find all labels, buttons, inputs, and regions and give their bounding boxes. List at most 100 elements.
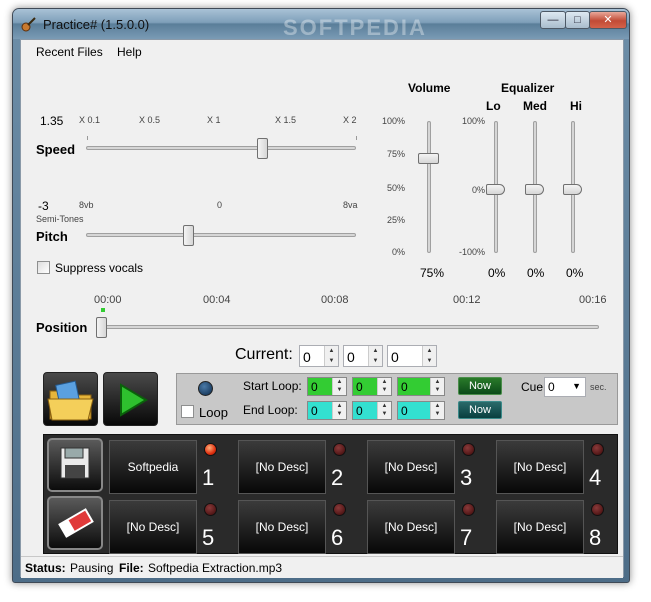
pitch-tick-zero: 0	[217, 200, 223, 210]
current-minutes-value: 0	[303, 349, 311, 365]
maximize-button[interactable]: □	[565, 11, 590, 29]
cue-button-6[interactable]: [No Desc]	[238, 500, 326, 554]
cue-number: 6	[331, 525, 344, 550]
cue-indicator-light	[333, 443, 346, 456]
start-loop-label: Start Loop:	[243, 379, 302, 393]
sec-label: sec.	[590, 382, 607, 392]
floppy-disk-icon	[60, 447, 90, 479]
status-bar: Status: Pausing File: Softpedia Extracti…	[21, 556, 623, 578]
spinner-arrows[interactable]: ▲ ▼	[324, 346, 338, 366]
position-slider[interactable]	[101, 325, 599, 329]
start-loop-ms-spinner[interactable]: 0 ▲ ▼	[397, 377, 445, 396]
cue-select[interactable]: 0 ▼	[544, 377, 586, 397]
volume-scale-100: 100%	[381, 116, 405, 126]
spinner-arrows[interactable]: ▲ ▼	[368, 346, 382, 366]
open-file-button[interactable]	[43, 372, 98, 426]
cue-number: 4	[589, 465, 602, 490]
loop-checkbox[interactable]	[181, 405, 194, 418]
eq-lo-value: 0%	[488, 266, 506, 280]
eq-hi-slider-thumb[interactable]	[563, 184, 582, 195]
cue-indicator-light	[462, 443, 475, 456]
end-loop-now-button[interactable]: Now	[458, 401, 502, 419]
position-slider-thumb[interactable]	[96, 317, 107, 338]
status-value: Pausing	[70, 561, 114, 575]
cue-indicator-light	[204, 503, 217, 516]
cue-button-8[interactable]: [No Desc]	[496, 500, 584, 554]
pitch-unit: Semi-Tones	[36, 214, 84, 224]
end-loop-sec-value: 0	[356, 404, 363, 418]
clear-cues-button[interactable]	[47, 496, 103, 550]
speed-tick-mark	[356, 136, 357, 140]
speed-slider-thumb[interactable]	[257, 138, 268, 159]
start-loop-sec-spinner[interactable]: 0 ▲ ▼	[352, 377, 392, 396]
volume-scale-0: 0%	[391, 247, 405, 257]
save-cues-button[interactable]	[47, 438, 103, 492]
pitch-tick-high: 8va	[343, 200, 358, 210]
speed-tick-5: X 2	[343, 115, 357, 125]
close-button[interactable]: ✕	[589, 11, 627, 29]
current-minutes-spinner[interactable]: 0 ▲ ▼	[299, 345, 339, 367]
cue-indicator-light	[333, 503, 346, 516]
loop-panel: Loop Start Loop: 0 ▲ ▼ 0 ▲ ▼ 0 ▲ ▼ Now End …	[176, 373, 618, 425]
volume-value: 75%	[420, 266, 445, 280]
volume-slider[interactable]	[427, 121, 431, 253]
play-button[interactable]	[103, 372, 158, 426]
start-loop-now-button[interactable]: Now	[458, 377, 502, 395]
spinner-arrows[interactable]: ▲ ▼	[377, 378, 391, 395]
spinner-arrows[interactable]: ▲ ▼	[377, 402, 391, 419]
current-ms-spinner[interactable]: 0 ▲ ▼	[387, 345, 437, 367]
position-time-4: 00:04	[203, 294, 231, 306]
start-loop-min-spinner[interactable]: 0 ▲ ▼	[307, 377, 347, 396]
end-loop-ms-value: 0	[401, 404, 408, 418]
current-seconds-spinner[interactable]: 0 ▲ ▼	[343, 345, 383, 367]
eq-scale-0: 0%	[471, 185, 485, 195]
pitch-label: Pitch	[36, 229, 68, 244]
loop-indicator-light	[198, 381, 213, 396]
menu-recent-files[interactable]: Recent Files	[36, 45, 103, 59]
eq-lo-slider-thumb[interactable]	[486, 184, 505, 195]
cue-number: 2	[331, 465, 344, 490]
end-loop-sec-spinner[interactable]: 0 ▲ ▼	[352, 401, 392, 420]
speed-tick-4: X 1.5	[275, 115, 297, 125]
cue-button-1[interactable]: Softpedia	[109, 440, 197, 494]
cue-button-4[interactable]: [No Desc]	[496, 440, 584, 494]
client-area: Recent Files Help 1.35 X 0.1 X 0.5 X 1 X…	[20, 39, 624, 578]
cue-indicator-light	[204, 443, 217, 456]
cue-button-2[interactable]: [No Desc]	[238, 440, 326, 494]
position-time-0: 00:00	[94, 294, 122, 306]
spinner-arrows[interactable]: ▲ ▼	[332, 402, 346, 419]
eq-lo-label: Lo	[486, 99, 501, 113]
cue-button-3[interactable]: [No Desc]	[367, 440, 455, 494]
spinner-arrows[interactable]: ▲ ▼	[430, 378, 444, 395]
minimize-button[interactable]: —	[540, 11, 566, 29]
current-seconds-value: 0	[347, 349, 355, 365]
spinner-arrows[interactable]: ▲ ▼	[332, 378, 346, 395]
spinner-arrows[interactable]: ▲ ▼	[430, 402, 444, 419]
volume-label: Volume	[408, 81, 451, 95]
eq-med-slider-thumb[interactable]	[525, 184, 544, 195]
file-label: File:	[119, 561, 144, 575]
eraser-icon	[58, 508, 94, 538]
cue-select-value: 0	[548, 380, 555, 394]
folder-icon	[47, 380, 94, 421]
volume-slider-thumb[interactable]	[418, 153, 439, 164]
cue-button-5[interactable]: [No Desc]	[109, 500, 197, 554]
speed-label: Speed	[36, 142, 76, 157]
end-loop-ms-spinner[interactable]: 0 ▲ ▼	[397, 401, 445, 420]
speed-tick-mark	[87, 136, 88, 140]
end-loop-min-spinner[interactable]: 0 ▲ ▼	[307, 401, 347, 420]
menu-help[interactable]: Help	[117, 45, 142, 59]
eq-scale-100: 100%	[461, 116, 485, 126]
volume-scale-25: 25%	[386, 215, 405, 225]
cue-indicator-light	[591, 443, 604, 456]
speed-slider[interactable]	[86, 146, 356, 150]
suppress-vocals-checkbox[interactable]	[37, 261, 50, 274]
title-bar[interactable]: Practice# (1.5.0.0) SOFTPEDIA — □ ✕	[13, 9, 629, 40]
cue-number: 5	[202, 525, 215, 550]
spinner-arrows[interactable]: ▲ ▼	[422, 346, 436, 366]
position-marker	[101, 308, 105, 312]
pitch-slider[interactable]	[86, 233, 356, 237]
end-loop-min-value: 0	[311, 404, 318, 418]
pitch-slider-thumb[interactable]	[183, 225, 194, 246]
cue-button-7[interactable]: [No Desc]	[367, 500, 455, 554]
